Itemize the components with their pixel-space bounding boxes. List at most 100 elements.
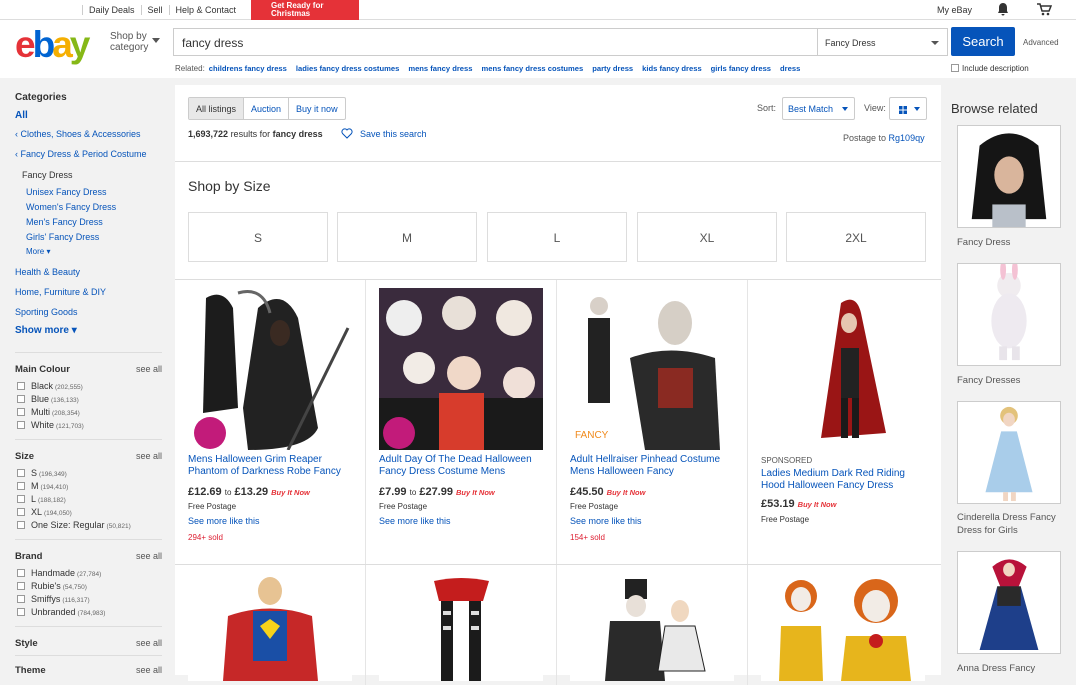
my-ebay-link[interactable]: My eBay (937, 5, 972, 15)
size-tile-l[interactable]: L (487, 212, 627, 262)
product-image[interactable] (188, 288, 352, 450)
category-sporting-goods[interactable]: Sporting Goods (15, 307, 78, 317)
checkbox[interactable] (17, 608, 25, 616)
related-link[interactable]: childrens fancy dress (209, 64, 287, 73)
facet-brand-rubies[interactable]: Rubie's (54,750) (17, 581, 87, 591)
checkbox[interactable] (17, 421, 25, 429)
facet-size-m[interactable]: M (194,410) (17, 481, 68, 491)
facet-colour-black[interactable]: Black (202,555) (17, 381, 83, 391)
category-select[interactable]: Fancy Dress (817, 28, 948, 56)
see-all-link[interactable]: see all (136, 551, 162, 561)
category-parent-fancy-dress-period[interactable]: ‹ Fancy Dress & Period Costume (15, 149, 147, 159)
see-more-like-this-link[interactable]: See more like this (188, 516, 260, 526)
product-title[interactable]: Ladies Medium Dark Red Riding Hood Hallo… (761, 468, 931, 492)
size-tile-m[interactable]: M (337, 212, 477, 262)
related-label[interactable]: Anna Dress Fancy (957, 662, 1072, 675)
category-sub-mens[interactable]: Men's Fancy Dress (26, 217, 103, 227)
include-description-checkbox[interactable]: Include description (951, 64, 1029, 73)
related-thumbnail[interactable] (957, 551, 1061, 654)
size-tile-s[interactable]: S (188, 212, 328, 262)
product-title[interactable]: Adult Hellraiser Pinhead Costume Mens Ha… (570, 454, 740, 478)
see-more-like-this-link[interactable]: See more like this (570, 516, 642, 526)
product-card[interactable] (366, 565, 557, 685)
product-card[interactable]: Adult Day Of The Dead Halloween Fancy Dr… (366, 280, 557, 564)
facet-brand-smiffys[interactable]: Smiffys (116,317) (17, 594, 90, 604)
facet-size-l[interactable]: L (188,182) (17, 494, 66, 504)
facet-colour-blue[interactable]: Blue (136,133) (17, 394, 79, 404)
category-home-furniture[interactable]: Home, Furniture & DIY (15, 287, 106, 297)
related-thumbnail[interactable] (957, 401, 1061, 504)
cart-icon[interactable] (1036, 2, 1052, 16)
size-tile-xl[interactable]: XL (637, 212, 777, 262)
related-link[interactable]: mens fancy dress costumes (481, 64, 583, 73)
sell-link[interactable]: Sell (140, 5, 169, 15)
checkbox[interactable] (951, 64, 959, 72)
advanced-search-link[interactable]: Advanced (1023, 38, 1059, 47)
related-link[interactable]: girls fancy dress (711, 64, 771, 73)
show-more-categories[interactable]: Show more ▾ (15, 325, 77, 336)
related-label[interactable]: Fancy Dress (957, 236, 1072, 249)
category-parent-clothes[interactable]: ‹ Clothes, Shoes & Accessories (15, 129, 141, 139)
checkbox[interactable] (17, 382, 25, 390)
related-link[interactable]: ladies fancy dress costumes (296, 64, 399, 73)
product-card[interactable]: SPONSORED Ladies Medium Dark Red Riding … (748, 280, 939, 564)
product-title[interactable]: Mens Halloween Grim Reaper Phantom of Da… (188, 454, 358, 478)
size-tile-2xl[interactable]: 2XL (786, 212, 926, 262)
related-label[interactable]: Cinderella Dress Fancy Dress for Girls (957, 511, 1072, 537)
product-card[interactable] (748, 565, 939, 685)
checkbox[interactable] (17, 595, 25, 603)
shop-by-category[interactable]: Shop by category (110, 31, 160, 53)
ebay-logo[interactable]: ebay (15, 24, 90, 66)
product-image[interactable] (570, 571, 734, 681)
facet-colour-multi[interactable]: Multi (208,354) (17, 407, 80, 417)
facet-size-s[interactable]: S (196,349) (17, 468, 67, 478)
daily-deals-link[interactable]: Daily Deals (82, 5, 141, 15)
category-more[interactable]: More ▾ (26, 247, 50, 256)
product-image[interactable] (379, 288, 543, 450)
related-thumbnail[interactable] (957, 125, 1061, 228)
sort-select[interactable]: Best Match (782, 97, 855, 120)
related-thumbnail[interactable] (957, 263, 1061, 366)
search-button[interactable]: Search (951, 27, 1015, 56)
product-card[interactable]: Mens Halloween Grim Reaper Phantom of Da… (175, 280, 366, 564)
checkbox[interactable] (17, 508, 25, 516)
facet-brand-handmade[interactable]: Handmade (27,784) (17, 568, 101, 578)
tab-buy-it-now[interactable]: Buy it now (288, 98, 345, 119)
product-title[interactable]: Adult Day Of The Dead Halloween Fancy Dr… (379, 454, 549, 478)
product-image[interactable] (761, 288, 925, 450)
checkbox[interactable] (17, 495, 25, 503)
view-select[interactable] (889, 97, 927, 120)
facet-colour-white[interactable]: White (121,703) (17, 420, 84, 430)
category-all[interactable]: All (15, 110, 28, 121)
facet-size-xl[interactable]: XL (194,050) (17, 507, 72, 517)
tab-all-listings[interactable]: All listings (189, 98, 244, 119)
related-link[interactable]: party dress (592, 64, 633, 73)
facet-size-one-size[interactable]: One Size: Regular (50,821) (17, 520, 131, 530)
see-all-link[interactable]: see all (136, 638, 162, 648)
product-image[interactable] (188, 571, 352, 681)
facet-brand-unbranded[interactable]: Unbranded (784,983) (17, 607, 105, 617)
see-all-link[interactable]: see all (136, 451, 162, 461)
related-link[interactable]: dress (780, 64, 800, 73)
product-image[interactable] (761, 571, 925, 681)
checkbox[interactable] (17, 521, 25, 529)
product-image[interactable] (379, 571, 543, 681)
postcode-link[interactable]: Rg109qy (889, 133, 925, 143)
checkbox[interactable] (17, 569, 25, 577)
checkbox[interactable] (17, 582, 25, 590)
related-link[interactable]: mens fancy dress (408, 64, 472, 73)
christmas-promo-banner[interactable]: Get Ready for Christmas (251, 0, 359, 20)
checkbox[interactable] (17, 482, 25, 490)
product-card[interactable] (175, 565, 366, 685)
search-input[interactable]: fancy dress (173, 28, 817, 56)
related-link[interactable]: kids fancy dress (642, 64, 702, 73)
product-image[interactable]: FANCY (570, 288, 734, 450)
product-card[interactable]: FANCY Adult Hellraiser Pinhead Costume M… (557, 280, 748, 564)
checkbox[interactable] (17, 408, 25, 416)
heart-icon[interactable] (341, 128, 353, 139)
tab-auction[interactable]: Auction (243, 98, 288, 119)
checkbox[interactable] (17, 395, 25, 403)
checkbox[interactable] (17, 469, 25, 477)
product-card[interactable] (557, 565, 748, 685)
category-health-beauty[interactable]: Health & Beauty (15, 267, 80, 277)
